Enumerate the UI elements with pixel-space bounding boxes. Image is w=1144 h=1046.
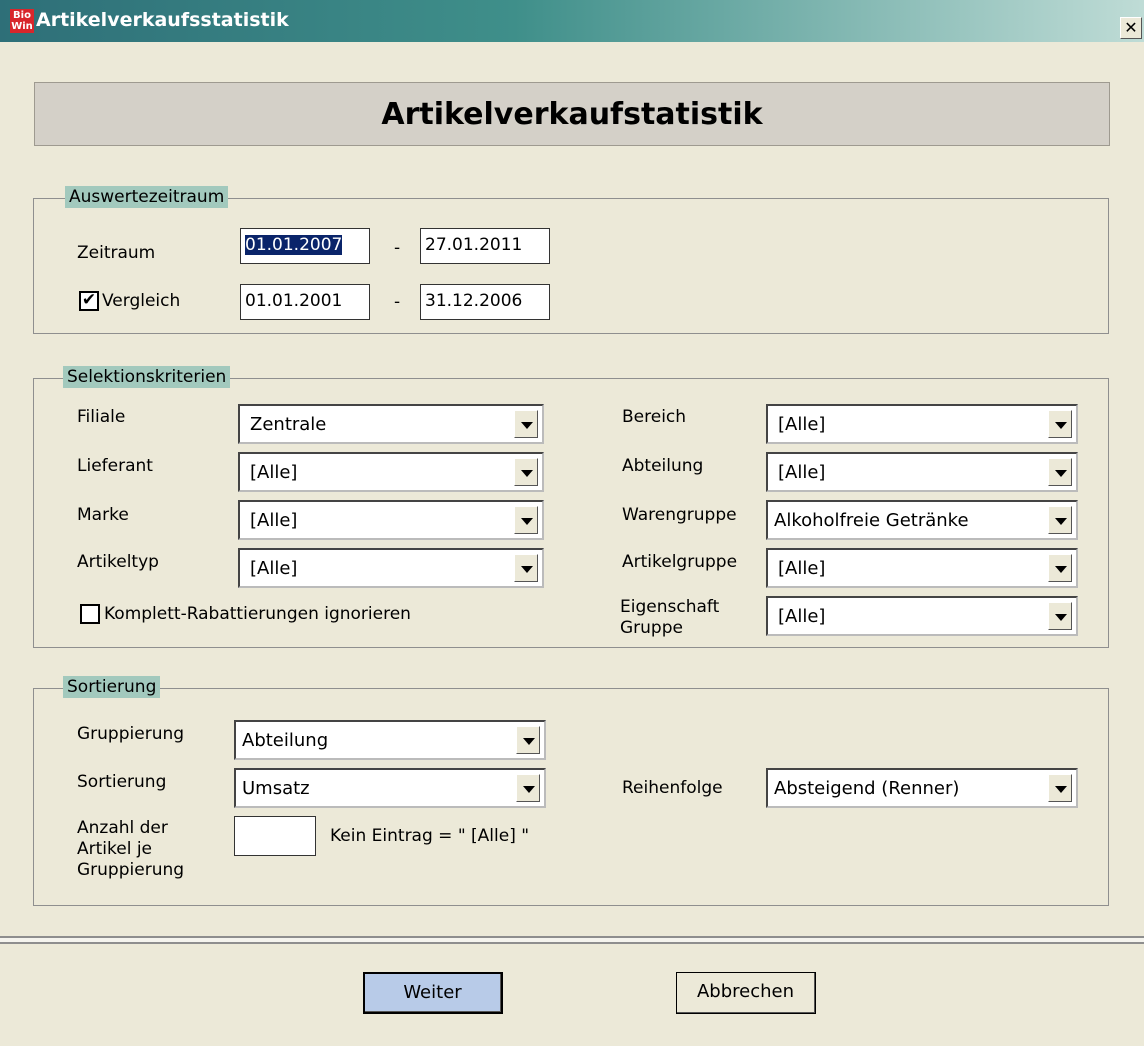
artikelgruppe-select[interactable]: [Alle] (766, 548, 1078, 588)
selektionskriterien-legend: Selektionskriterien (63, 366, 231, 388)
chevron-down-icon[interactable] (1048, 458, 1072, 486)
title-bar: Bio Win Artikelverkaufsstatistik ✕ (0, 0, 1144, 42)
chevron-down-icon[interactable] (1048, 554, 1072, 582)
reihenfolge-label: Reihenfolge (622, 778, 723, 798)
vergleich-from-field[interactable]: 01.01.2001 (240, 284, 370, 320)
vergleich-dash: - (394, 292, 401, 312)
app-logo-icon: Bio Win (10, 9, 34, 33)
weiter-button[interactable]: Weiter (363, 972, 503, 1014)
vergleich-label: Vergleich (102, 291, 181, 311)
gruppierung-select[interactable]: Abteilung (234, 720, 546, 760)
abbrechen-button[interactable]: Abbrechen (676, 972, 816, 1014)
lieferant-label: Lieferant (77, 456, 153, 476)
marke-select[interactable]: [Alle] (238, 500, 544, 540)
artikelgruppe-label: Artikelgruppe (622, 552, 738, 572)
warengruppe-value: Alkoholfreie Getränke (774, 510, 969, 531)
filiale-value: Zentrale (250, 414, 327, 435)
warengruppe-label: Warengruppe (622, 505, 737, 525)
sortierung-legend: Sortierung (63, 676, 161, 698)
marke-label: Marke (77, 505, 129, 525)
eigenschaft-gruppe-select[interactable]: [Alle] (766, 596, 1078, 636)
chevron-down-icon[interactable] (1048, 410, 1072, 438)
filiale-select[interactable]: Zentrale (238, 404, 544, 444)
abteilung-value: [Alle] (778, 462, 826, 483)
lieferant-value: [Alle] (250, 462, 298, 483)
gruppierung-value: Abteilung (242, 730, 329, 751)
window-title: Artikelverkaufsstatistik (36, 9, 289, 31)
zeitraum-label: Zeitraum (77, 243, 156, 263)
auswertezeitraum-legend: Auswertezeitraum (65, 186, 229, 208)
chevron-down-icon[interactable] (514, 458, 538, 486)
close-button[interactable]: ✕ (1120, 17, 1142, 39)
anzahl-hint: Kein Eintrag = " [Alle] " (330, 826, 530, 846)
anzahl-input[interactable] (234, 816, 316, 856)
artikelgruppe-value: [Alle] (778, 558, 826, 579)
chevron-down-icon[interactable] (514, 554, 538, 582)
bereich-select[interactable]: [Alle] (766, 404, 1078, 444)
chevron-down-icon[interactable] (1048, 506, 1072, 534)
bereich-label: Bereich (622, 407, 687, 427)
anzahl-label: Anzahl der Artikel je Gruppierung (77, 818, 185, 880)
chevron-down-icon[interactable] (514, 410, 538, 438)
chevron-down-icon[interactable] (1048, 774, 1072, 802)
artikeltyp-select[interactable]: [Alle] (238, 548, 544, 588)
komplett-label: Komplett-Rabattierungen ignorieren (104, 604, 411, 624)
eigenschaft-gruppe-value: [Alle] (778, 606, 826, 627)
reihenfolge-select[interactable]: Absteigend (Renner) (766, 768, 1078, 808)
lieferant-select[interactable]: [Alle] (238, 452, 544, 492)
artikeltyp-value: [Alle] (250, 558, 298, 579)
warengruppe-select[interactable]: Alkoholfreie Getränke (766, 500, 1078, 540)
filiale-label: Filiale (77, 407, 126, 427)
komplett-checkbox[interactable] (80, 604, 100, 624)
sortierung-label: Sortierung (77, 772, 167, 792)
zeitraum-to-field[interactable]: 27.01.2011 (420, 228, 550, 264)
auswertezeitraum-group (33, 198, 1109, 334)
artikeltyp-label: Artikeltyp (77, 552, 159, 572)
chevron-down-icon[interactable] (514, 506, 538, 534)
zeitraum-from-field[interactable]: 01.01.2007 (240, 228, 370, 264)
vergleich-checkbox[interactable]: ✔ (79, 291, 99, 311)
bereich-value: [Alle] (778, 414, 826, 435)
gruppierung-label: Gruppierung (77, 724, 185, 744)
eigenschaft-gruppe-label: Eigenschaft Gruppe (620, 597, 720, 638)
marke-value: [Alle] (250, 510, 298, 531)
vergleich-to-field[interactable]: 31.12.2006 (420, 284, 550, 320)
sortierung-select[interactable]: Umsatz (234, 768, 546, 808)
footer-separator (0, 936, 1144, 944)
reihenfolge-value: Absteigend (Renner) (774, 778, 960, 799)
abteilung-label: Abteilung (622, 456, 704, 476)
abteilung-select[interactable]: [Alle] (766, 452, 1078, 492)
sortierung-value: Umsatz (242, 778, 310, 799)
zeitraum-dash: - (394, 238, 401, 258)
chevron-down-icon[interactable] (516, 726, 540, 754)
chevron-down-icon[interactable] (516, 774, 540, 802)
page-title: Artikelverkaufstatistik (34, 82, 1110, 146)
chevron-down-icon[interactable] (1048, 602, 1072, 630)
